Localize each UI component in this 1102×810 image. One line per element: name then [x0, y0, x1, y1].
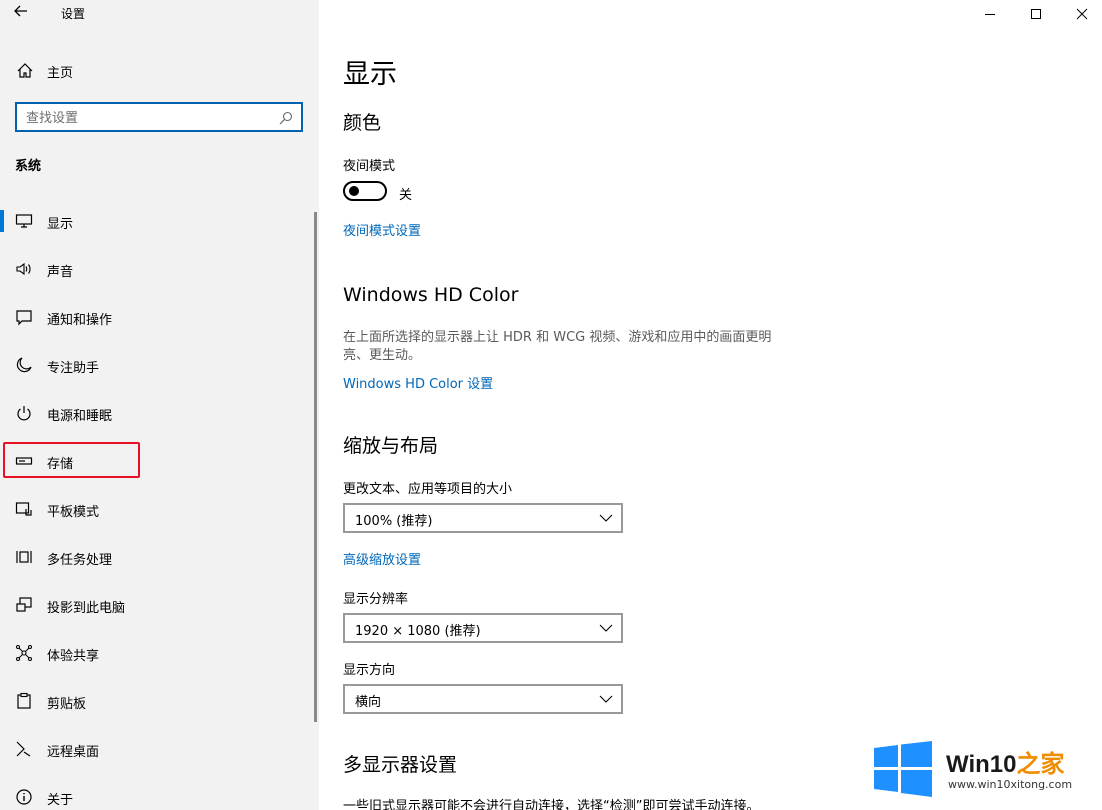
- scale-value: 100% (推荐): [355, 514, 433, 529]
- home-label: 主页: [47, 66, 74, 81]
- sidebar-item-focus-assist[interactable]: 专注助手: [0, 342, 316, 390]
- sidebar-item-sound[interactable]: 声音: [0, 246, 316, 294]
- close-button[interactable]: [1059, 0, 1102, 28]
- orientation-dropdown[interactable]: 横向: [343, 684, 623, 714]
- watermark-brand: Win10之家: [946, 744, 1064, 779]
- sidebar-item-label: 显示: [47, 217, 74, 232]
- scale-label: 更改文本、应用等项目的大小: [343, 482, 513, 497]
- sidebar-item-label: 通知和操作: [47, 313, 113, 328]
- watermark-brand-suffix: 之家: [1016, 751, 1065, 778]
- close-icon: [1076, 8, 1088, 20]
- page-title: 显示: [343, 59, 397, 90]
- sidebar-item-project[interactable]: 投影到此电脑: [0, 582, 316, 630]
- home-icon: [16, 62, 34, 80]
- storage-icon: [15, 452, 33, 470]
- sidebar-item-tablet-mode[interactable]: 平板模式: [0, 486, 316, 534]
- notification-icon: [15, 308, 33, 326]
- color-section-heading: 颜色: [343, 112, 382, 134]
- sidebar-item-label: 多任务处理: [47, 553, 113, 568]
- orientation-label: 显示方向: [343, 663, 396, 678]
- advanced-scaling-link[interactable]: 高级缩放设置: [343, 549, 421, 568]
- search-icon[interactable]: [279, 110, 293, 125]
- orientation-value: 横向: [355, 695, 382, 710]
- minimize-icon: [985, 14, 995, 15]
- sidebar-item-shared-experiences[interactable]: 体验共享: [0, 630, 316, 678]
- main-content: 显示 颜色 夜间模式 关 夜间模式设置 Windows HD Color 在上面…: [319, 0, 1102, 810]
- sidebar-item-multitasking[interactable]: 多任务处理: [0, 534, 316, 582]
- scale-layout-heading: 缩放与布局: [343, 435, 439, 457]
- toggle-knob: [349, 186, 359, 196]
- sidebar-item-remote-desktop[interactable]: 远程桌面: [0, 726, 316, 774]
- multi-display-heading: 多显示器设置: [343, 754, 458, 776]
- sidebar-scrollbar[interactable]: [314, 212, 317, 722]
- hd-color-description: 在上面所选择的显示器上让 HDR 和 WCG 视频、游戏和应用中的画面更明亮、更…: [343, 330, 772, 363]
- sidebar-item-label: 专注助手: [47, 361, 100, 376]
- night-mode-toggle[interactable]: [343, 181, 387, 201]
- sidebar-item-label: 电源和睡眠: [47, 409, 113, 424]
- info-icon: [15, 788, 33, 806]
- speaker-icon: [15, 260, 33, 278]
- sidebar-item-label: 远程桌面: [47, 745, 100, 760]
- minimize-button[interactable]: [967, 0, 1013, 28]
- sidebar-item-label: 存储: [47, 457, 74, 472]
- sidebar-item-label: 投影到此电脑: [47, 601, 126, 616]
- windows-logo-icon: [874, 741, 932, 797]
- sidebar-item-about[interactable]: 关于: [0, 774, 316, 810]
- sidebar-item-label: 剪贴板: [47, 697, 87, 712]
- home-nav-item[interactable]: 主页: [0, 56, 319, 86]
- night-mode-state: 关: [399, 188, 413, 203]
- resolution-dropdown[interactable]: 1920 × 1080 (推荐): [343, 613, 623, 643]
- sidebar-item-display[interactable]: 显示: [0, 198, 316, 246]
- sidebar-item-power[interactable]: 电源和睡眠: [0, 390, 316, 438]
- sidebar-item-clipboard[interactable]: 剪贴板: [0, 678, 316, 726]
- multi-display-description: 一些旧式显示器可能不会进行自动连接，选择“检测”即可尝试手动连接。: [343, 799, 760, 810]
- app-title: 设置: [61, 7, 86, 21]
- maximize-button[interactable]: [1013, 0, 1059, 28]
- multitask-icon: [15, 548, 33, 566]
- sidebar-item-label: 平板模式: [47, 505, 100, 520]
- sidebar: 设置 主页 系统 显示 声音 通知和操作: [0, 0, 319, 810]
- scale-dropdown[interactable]: 100% (推荐): [343, 503, 623, 533]
- sidebar-item-label: 体验共享: [47, 649, 100, 664]
- remote-icon: [15, 740, 33, 758]
- chevron-down-icon: [599, 514, 613, 522]
- watermark-url: www.win10xitong.com: [948, 778, 1073, 791]
- hd-color-heading: Windows HD Color: [343, 284, 519, 306]
- sidebar-item-label: 关于: [47, 793, 74, 808]
- clipboard-icon: [15, 692, 33, 710]
- watermark: Win10之家 www.win10xitong.com: [868, 734, 1102, 810]
- search-box[interactable]: [15, 102, 303, 132]
- project-icon: [15, 596, 33, 614]
- sidebar-item-storage[interactable]: 存储: [0, 438, 316, 486]
- tablet-icon: [15, 500, 33, 518]
- maximize-icon: [1031, 9, 1041, 19]
- sidebar-item-label: 声音: [47, 265, 74, 280]
- monitor-icon: [15, 212, 33, 230]
- search-input[interactable]: [26, 109, 266, 127]
- chevron-down-icon: [599, 695, 613, 703]
- resolution-label: 显示分辨率: [343, 592, 409, 607]
- moon-icon: [15, 356, 33, 374]
- sidebar-item-notifications[interactable]: 通知和操作: [0, 294, 316, 342]
- hd-color-settings-link[interactable]: Windows HD Color 设置: [343, 373, 493, 392]
- night-mode-settings-link[interactable]: 夜间模式设置: [343, 220, 421, 239]
- sidebar-nav: 显示 声音 通知和操作 专注助手 电源和睡眠 存储 平板模式 多任务处理 投影到…: [0, 198, 316, 810]
- chevron-down-icon: [599, 624, 613, 632]
- resolution-value: 1920 × 1080 (推荐): [355, 624, 481, 639]
- power-icon: [15, 404, 33, 422]
- back-arrow-icon[interactable]: [14, 4, 34, 22]
- section-label-system: 系统: [15, 159, 42, 174]
- share-icon: [15, 644, 33, 662]
- night-mode-label: 夜间模式: [343, 159, 396, 174]
- watermark-brand-prefix: Win10: [946, 751, 1017, 778]
